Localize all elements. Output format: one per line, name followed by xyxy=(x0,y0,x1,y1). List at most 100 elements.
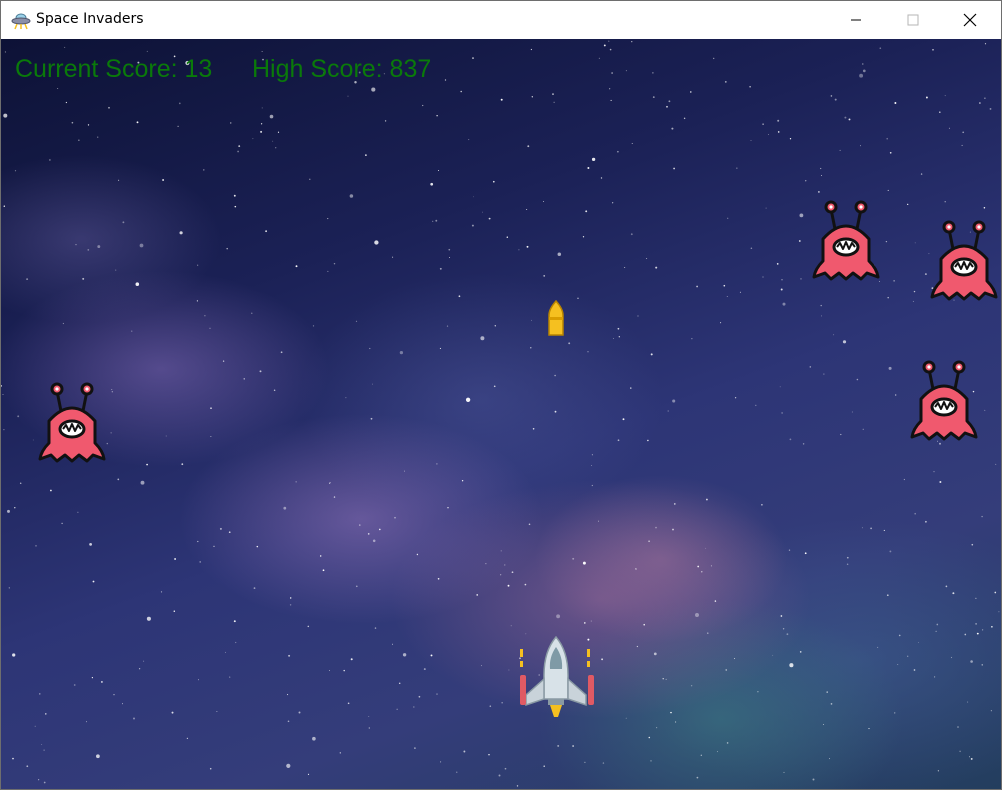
star xyxy=(723,284,726,287)
star xyxy=(19,482,22,485)
game-canvas[interactable]: Current Score: 13 High Score: 837 xyxy=(1,39,1001,789)
star xyxy=(591,484,593,487)
star xyxy=(907,655,909,657)
star xyxy=(786,633,789,636)
star xyxy=(171,711,174,714)
star xyxy=(140,480,145,485)
star xyxy=(782,302,786,306)
star xyxy=(449,257,451,258)
alien-icon xyxy=(930,220,998,301)
star xyxy=(261,51,263,52)
star xyxy=(572,557,575,560)
star xyxy=(683,117,686,120)
star xyxy=(269,114,274,119)
star xyxy=(34,725,36,727)
star xyxy=(655,266,658,269)
star xyxy=(601,658,604,661)
star xyxy=(648,540,650,543)
star xyxy=(275,147,277,149)
star xyxy=(209,767,212,770)
star xyxy=(3,205,6,207)
star xyxy=(984,409,986,411)
star xyxy=(957,726,959,728)
star xyxy=(108,106,110,109)
star xyxy=(636,645,639,648)
star xyxy=(625,717,627,719)
star xyxy=(399,350,404,355)
star xyxy=(823,724,825,725)
star xyxy=(91,677,93,679)
star xyxy=(57,88,59,89)
star xyxy=(995,463,997,465)
star xyxy=(981,515,983,518)
star xyxy=(823,373,825,375)
star xyxy=(788,549,791,551)
star xyxy=(631,41,633,43)
star xyxy=(761,504,763,506)
star xyxy=(925,520,927,523)
star xyxy=(821,175,823,176)
star xyxy=(489,705,492,707)
star xyxy=(630,233,633,236)
star xyxy=(971,543,974,546)
star xyxy=(670,711,672,714)
star xyxy=(862,63,864,65)
close-button[interactable] xyxy=(941,1,999,39)
star xyxy=(889,151,892,154)
star xyxy=(830,95,833,97)
star xyxy=(700,754,702,756)
minimize-button[interactable] xyxy=(827,1,885,39)
star xyxy=(233,620,236,623)
star xyxy=(650,760,652,762)
star xyxy=(582,561,586,565)
star xyxy=(961,144,963,146)
star xyxy=(45,713,47,715)
star xyxy=(122,703,123,705)
star xyxy=(369,347,371,350)
star xyxy=(585,210,588,213)
star xyxy=(617,150,619,153)
star xyxy=(404,470,405,472)
star xyxy=(716,751,718,753)
star xyxy=(343,669,345,672)
star xyxy=(969,756,970,758)
star xyxy=(530,347,532,349)
star xyxy=(235,641,237,644)
maximize-button[interactable] xyxy=(884,1,942,39)
title-bar: Space Invaders xyxy=(1,1,1001,39)
star xyxy=(374,240,379,245)
star xyxy=(970,757,973,760)
star xyxy=(229,676,231,678)
star xyxy=(439,347,441,349)
star xyxy=(96,754,100,759)
star xyxy=(143,660,145,662)
star xyxy=(755,404,757,407)
star xyxy=(887,189,889,191)
current-score: Current Score: 13 xyxy=(15,55,213,83)
star xyxy=(498,774,501,777)
star xyxy=(673,167,675,170)
high-score: High Score: 837 xyxy=(252,55,432,83)
star xyxy=(12,757,14,760)
star xyxy=(989,107,992,110)
star xyxy=(251,312,253,314)
star xyxy=(618,336,620,338)
star xyxy=(734,658,736,659)
star xyxy=(652,96,655,98)
star xyxy=(398,682,401,685)
star xyxy=(165,435,167,437)
star xyxy=(710,565,712,567)
star xyxy=(35,545,37,547)
star xyxy=(772,654,774,656)
star xyxy=(146,50,148,52)
star xyxy=(446,325,449,327)
star xyxy=(554,410,557,413)
star xyxy=(870,527,872,530)
star xyxy=(402,653,407,657)
star xyxy=(50,489,52,492)
star xyxy=(826,691,828,693)
star xyxy=(468,139,470,141)
star xyxy=(110,432,112,434)
star xyxy=(527,145,530,148)
star xyxy=(359,524,361,526)
